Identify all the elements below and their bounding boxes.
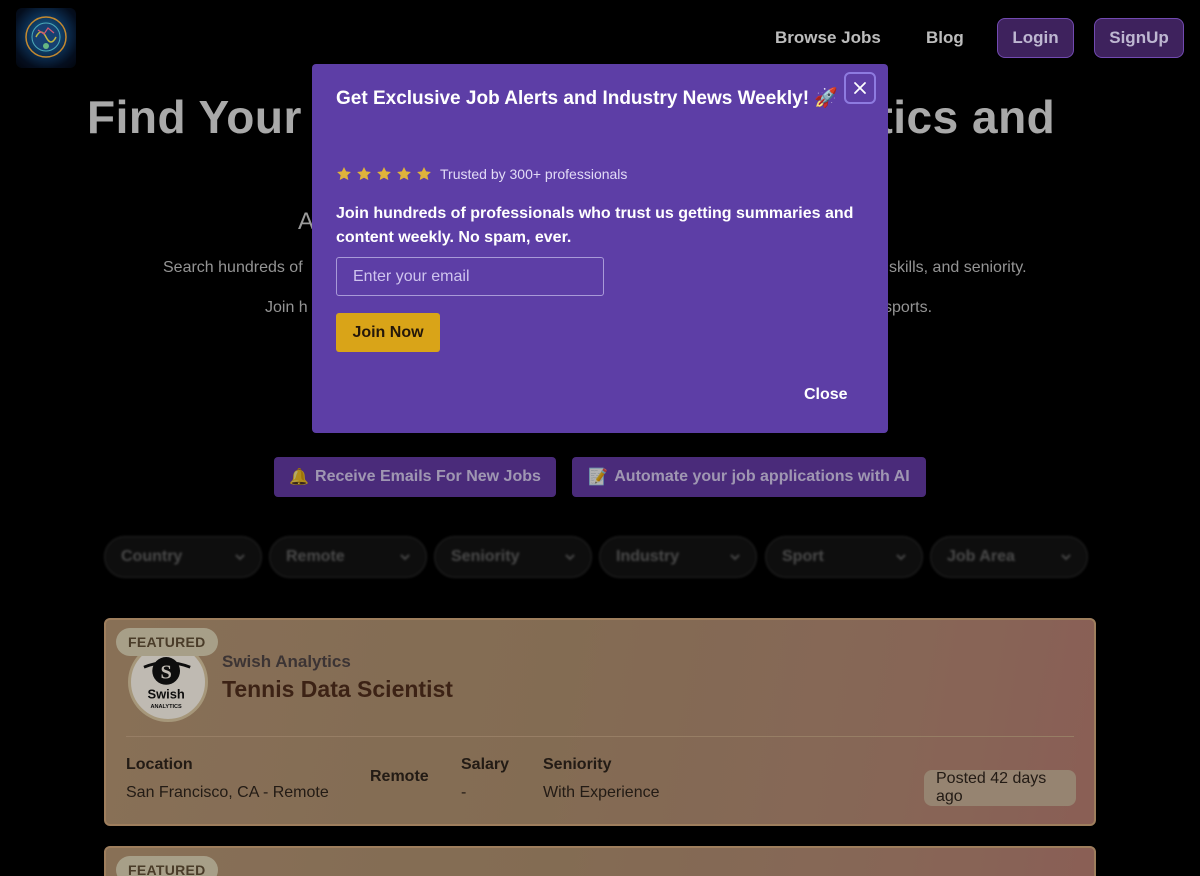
- filter-label: Seniority: [451, 548, 520, 565]
- receive-emails-label: Receive Emails For New Jobs: [315, 468, 541, 485]
- automate-applications-label: Automate your job applications with AI: [614, 468, 910, 485]
- nav-browse-jobs[interactable]: Browse Jobs: [775, 28, 881, 48]
- seniority-value: With Experience: [543, 784, 660, 801]
- signup-button[interactable]: SignUp: [1094, 18, 1184, 58]
- chevron-down-icon: [730, 554, 740, 561]
- star-icon: [337, 167, 351, 180]
- brain-circuit-icon: [25, 16, 67, 58]
- modal-title: Get Exclusive Job Alerts and Industry Ne…: [336, 88, 838, 109]
- automate-applications-button[interactable]: 📝 Automate your job applications with AI: [572, 457, 926, 497]
- company-name[interactable]: Swish Analytics: [222, 652, 351, 672]
- filter-country[interactable]: Country: [104, 536, 262, 578]
- nav-blog[interactable]: Blog: [926, 28, 964, 48]
- seniority-label: Seniority: [543, 756, 612, 773]
- chevron-down-icon: [235, 554, 245, 561]
- newsletter-modal: Get Exclusive Job Alerts and Industry Ne…: [312, 64, 888, 433]
- chevron-down-icon: [565, 554, 575, 561]
- filter-seniority[interactable]: Seniority: [434, 536, 592, 578]
- svg-text:S: S: [160, 661, 171, 683]
- remote-label: Remote: [370, 768, 429, 785]
- email-input[interactable]: [336, 257, 604, 296]
- star-icon: [377, 167, 391, 180]
- job-title[interactable]: Tennis Data Scientist: [222, 676, 453, 703]
- chevron-down-icon: [1061, 554, 1071, 561]
- trusted-by-text: Trusted by 300+ professionals: [440, 166, 628, 182]
- filter-label: Country: [121, 548, 183, 565]
- filter-label: Industry: [616, 548, 680, 565]
- filter-industry[interactable]: Industry: [599, 536, 757, 578]
- filter-label: Sport: [782, 548, 824, 565]
- salary-value: -: [461, 784, 467, 801]
- svg-text:ANALYTICS: ANALYTICS: [151, 704, 183, 710]
- location-label: Location: [126, 756, 193, 773]
- receive-emails-button[interactable]: 🔔 Receive Emails For New Jobs: [274, 457, 556, 497]
- card-divider: [126, 736, 1074, 737]
- hero-line1-left: Search hundreds of: [163, 259, 303, 276]
- star-icon: [397, 167, 411, 180]
- chevron-down-icon: [896, 554, 906, 561]
- job-card[interactable]: S Swish ANALYTICS FEATURED Swish Analyti…: [104, 618, 1096, 826]
- hero-line1-right: skills, and seniority.: [889, 259, 1027, 276]
- close-button[interactable]: Close: [804, 386, 848, 404]
- hero-line2-right: sports.: [884, 299, 933, 316]
- close-modal-button[interactable]: [844, 72, 876, 104]
- site-logo[interactable]: [16, 8, 76, 68]
- star-icon: [417, 167, 431, 180]
- memo-icon: 📝: [588, 469, 609, 486]
- close-icon: [854, 82, 866, 94]
- rating-stars: [336, 166, 432, 182]
- filter-remote[interactable]: Remote: [269, 536, 427, 578]
- filter-label: Remote: [286, 548, 345, 565]
- salary-label: Salary: [461, 756, 510, 773]
- swish-logo-icon: S Swish ANALYTICS: [143, 657, 191, 710]
- star-icon: [357, 167, 371, 180]
- filter-job-area[interactable]: Job Area: [930, 536, 1088, 578]
- featured-badge: FEATURED: [116, 628, 218, 656]
- filter-sport[interactable]: Sport: [765, 536, 923, 578]
- job-card[interactable]: FEATURED: [104, 846, 1096, 876]
- modal-description: Join hundreds of professionals who trust…: [336, 205, 854, 246]
- hero-title-left: Find Your: [87, 91, 302, 143]
- svg-text:Swish: Swish: [147, 687, 184, 702]
- chevron-down-icon: [400, 554, 410, 561]
- filter-label: Job Area: [947, 548, 1015, 565]
- join-now-button[interactable]: Join Now: [336, 313, 440, 352]
- location-value: San Francisco, CA - Remote: [126, 784, 329, 801]
- posted-date-badge: Posted 42 days ago: [924, 770, 1076, 806]
- login-button[interactable]: Login: [997, 18, 1074, 58]
- featured-badge: FEATURED: [116, 856, 218, 876]
- bell-icon: 🔔: [289, 469, 310, 486]
- hero-line2-left: Join h: [265, 299, 308, 316]
